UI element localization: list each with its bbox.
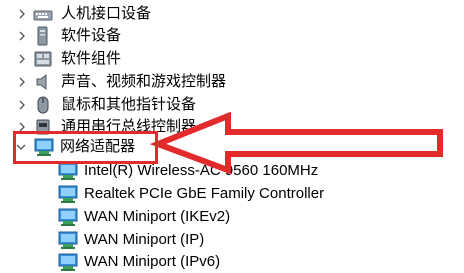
annotation-highlight-box [13,131,158,164]
adapter-label: WAN Miniport (IP) [84,231,205,248]
list-item[interactable]: WAN Miniport (IPv6) [0,251,464,273]
chevron-right-icon[interactable] [17,54,27,64]
category-software-components[interactable]: 软件组件 [0,48,300,70]
category-sound-video-game[interactable]: 声音、视频和游戏控制器 [0,71,300,93]
network-adapter-icon [57,230,78,250]
speaker-icon [33,72,53,92]
chevron-right-icon[interactable] [17,9,27,19]
chevron-right-icon[interactable] [17,100,27,110]
network-adapter-icon [57,161,78,181]
adapter-label: WAN Miniport (IKEv2) [84,208,231,225]
software-component-icon [33,49,53,69]
network-adapter-icon [57,184,78,204]
mouse-icon [33,95,53,115]
hid-icon [33,4,53,24]
category-software-devices[interactable]: 软件设备 [0,25,300,47]
chevron-right-icon[interactable] [17,31,27,41]
software-device-icon [33,26,53,46]
category-hid[interactable]: 人机接口设备 [0,3,300,25]
category-label: 声音、视频和游戏控制器 [61,73,227,90]
category-label: 软件设备 [61,27,122,44]
network-adapter-icon [57,207,78,227]
annotation-arrow-icon [150,112,443,175]
list-item[interactable]: WAN Miniport (IKEv2) [0,206,464,228]
network-adapter-icon [57,252,78,272]
chevron-right-icon[interactable] [17,77,27,87]
list-item[interactable]: WAN Miniport (IP) [0,229,464,251]
adapter-label: WAN Miniport (IPv6) [84,253,221,270]
category-label: 人机接口设备 [61,5,152,22]
category-label: 软件组件 [61,50,122,67]
